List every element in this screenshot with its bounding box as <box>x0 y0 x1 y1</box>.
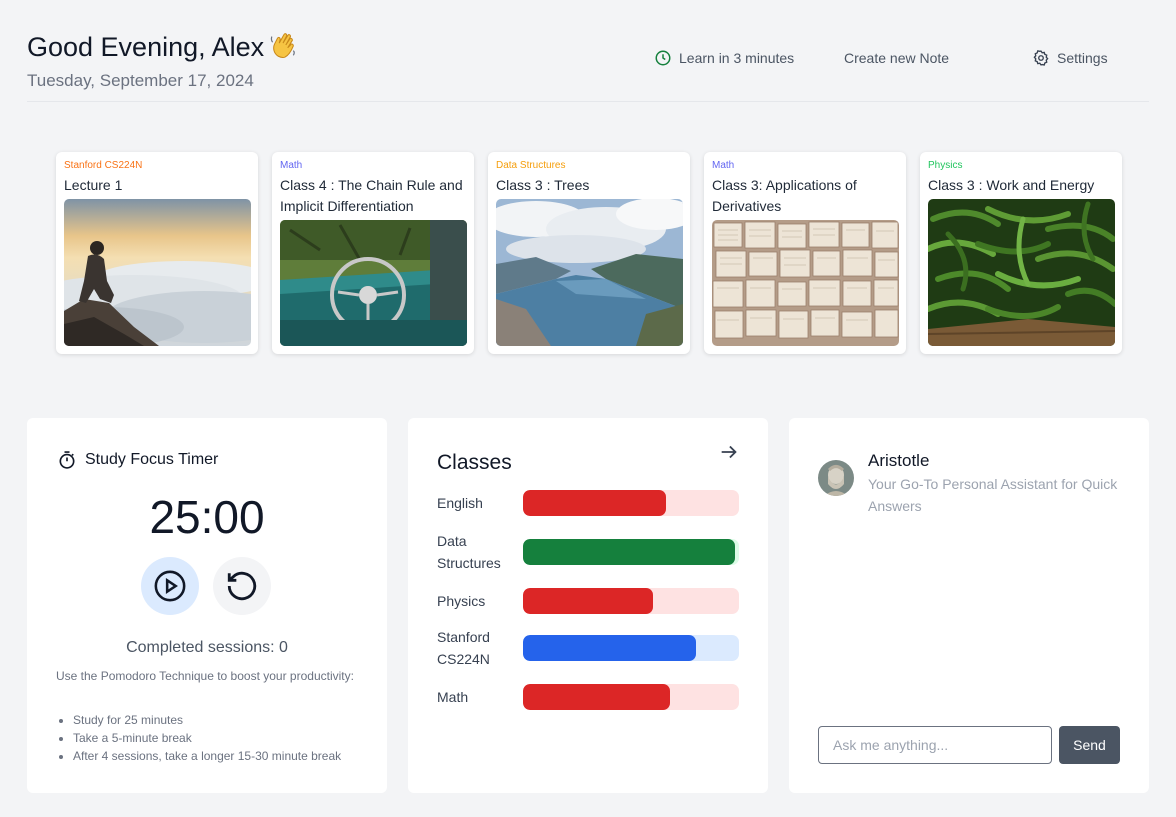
card-title: Class 3 : Trees <box>496 177 590 193</box>
card-category: Data Structures <box>496 160 566 171</box>
class-name: Math <box>437 689 469 705</box>
green-beans-image <box>928 199 1115 346</box>
pomodoro-tips: Study for 25 minutes Take a 5-minute bre… <box>73 711 341 765</box>
reset-timer-button[interactable] <box>213 557 271 615</box>
timer-header: Study Focus Timer <box>57 450 218 470</box>
lecture-card[interactable]: Stanford CS224N Lecture 1 <box>56 152 258 354</box>
stopwatch-icon <box>59 451 75 469</box>
reset-icon <box>227 571 257 601</box>
classes-panel: Classes English Data Structures Physics … <box>408 418 768 793</box>
classes-title: Classes <box>437 451 512 474</box>
play-icon <box>154 570 186 602</box>
card-title: Class 3 : Work and Energy <box>928 177 1095 193</box>
class-name: Physics <box>437 593 486 609</box>
page-title: Good Evening, Alex <box>27 30 298 63</box>
list-item: After 4 sessions, take a longer 15-30 mi… <box>73 747 341 765</box>
open-books-wall-image <box>712 220 899 346</box>
card-title: Lecture 1 <box>64 177 123 193</box>
class-progress-fill <box>523 635 696 661</box>
class-name: English <box>437 495 483 511</box>
page-header: Good Evening, Alex Tuesday, September 17… <box>27 0 1149 102</box>
start-timer-button[interactable] <box>141 557 199 615</box>
card-category: Physics <box>928 160 963 171</box>
settings-link[interactable]: Settings <box>1032 48 1108 68</box>
lecture-card[interactable]: Data Structures Class 3 : Trees <box>488 152 690 354</box>
greeting-text: Good Evening, Alex <box>27 32 265 62</box>
create-note-label: Create new Note <box>844 50 950 66</box>
list-item: Take a 5-minute break <box>73 729 341 747</box>
class-progress-bar <box>523 588 739 614</box>
learn-link-label: Learn in 3 minutes <box>679 50 795 66</box>
learn-in-3-minutes-link[interactable]: Learn in 3 minutes <box>654 48 794 68</box>
class-progress-fill <box>523 539 735 565</box>
timer-display: 25:00 <box>149 491 265 543</box>
study-focus-timer-panel: Study Focus Timer 25:00 Completed sessio… <box>27 418 387 793</box>
class-progress-fill <box>523 588 653 614</box>
completed-sessions: Completed sessions: 0 <box>126 639 288 656</box>
card-title: Class 4 : The Chain Rule and Implicit Di… <box>280 177 463 214</box>
card-category: Stanford CS224N <box>64 160 143 171</box>
class-name: Data Structures <box>437 533 501 571</box>
card-title: Class 3: Applications of Derivatives <box>712 177 857 214</box>
pomodoro-intro: Use the Pomodoro Technique to boost your… <box>56 669 354 683</box>
class-progress-bar <box>523 635 739 661</box>
lecture-card[interactable]: Math Class 4 : The Chain Rule and Implic… <box>272 152 474 354</box>
class-name: Stanford CS224N <box>437 629 490 667</box>
class-progress-fill <box>523 684 670 710</box>
current-date: Tuesday, September 17, 2024 <box>27 71 254 90</box>
create-note-link[interactable]: Create new Note <box>844 48 949 68</box>
assistant-description: Your Go-To Personal Assistant for Quick … <box>868 476 1118 514</box>
class-row: Stanford CS224N <box>437 626 740 670</box>
fjord-landscape-image <box>496 199 683 346</box>
waving-hand-icon <box>271 33 296 59</box>
vintage-car-steering-wheel-image <box>280 220 467 346</box>
assistant-panel: Aristotle Your Go-To Personal Assistant … <box>789 418 1149 793</box>
arrow-right-icon[interactable] <box>718 441 740 463</box>
card-category: Math <box>280 160 303 171</box>
class-progress-bar <box>523 539 739 565</box>
timer-title: Study Focus Timer <box>85 451 219 468</box>
lecture-card[interactable]: Math Class 3: Applications of Derivative… <box>704 152 906 354</box>
ask-input[interactable] <box>818 726 1052 764</box>
assistant-name: Aristotle <box>868 451 930 470</box>
class-row: Math <box>437 684 740 710</box>
card-category: Math <box>712 160 735 171</box>
list-item: Study for 25 minutes <box>73 711 341 729</box>
settings-label: Settings <box>1057 50 1108 66</box>
lecture-card[interactable]: Physics Class 3 : Work and Energy <box>920 152 1122 354</box>
class-row: Physics <box>437 588 740 614</box>
class-progress-bar <box>523 490 739 516</box>
class-progress-fill <box>523 490 666 516</box>
avatar <box>818 460 854 496</box>
person-above-clouds-image <box>64 199 251 346</box>
class-row: English <box>437 490 740 516</box>
clock-icon <box>655 50 671 66</box>
gear-icon <box>1033 50 1049 66</box>
send-button[interactable]: Send <box>1059 726 1120 764</box>
class-row: Data Structures <box>437 530 740 574</box>
class-progress-bar <box>523 684 739 710</box>
